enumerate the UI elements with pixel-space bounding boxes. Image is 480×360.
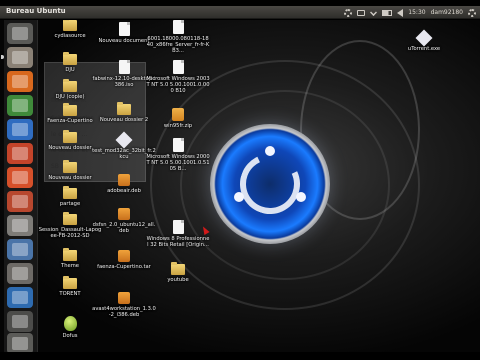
folder-icon [63,52,77,65]
package-icon [118,208,130,220]
desktop-icon[interactable]: youtube [146,262,210,283]
launcher-firefox-button[interactable] [7,71,33,92]
utorrent-icon [415,29,433,47]
logo-dot [265,146,275,156]
letterbox-bottom [0,352,480,360]
dropbox-icon[interactable] [344,8,353,17]
launcher-dash-button[interactable] [7,23,33,44]
folder-icon [63,79,77,92]
document-icon [172,20,184,34]
system-tray: 15:30 dam92180 [344,7,476,18]
running-indicator [1,55,4,59]
document-icon [172,220,184,234]
ubuntu-logo-disc [210,124,330,244]
launcher-workspace-button[interactable] [7,311,33,332]
session-gear-icon[interactable] [468,8,476,17]
launcher-files-button[interactable] [7,47,33,68]
dofus-icon [63,316,77,331]
launcher [1,20,38,352]
desktop-icon[interactable]: avast4workstation_1.3.0-2_i386.deb [92,292,156,318]
logo-ring [231,145,309,223]
folder-icon [63,212,77,225]
launcher-impress-button[interactable] [7,143,33,164]
folder-icon [63,276,77,289]
logo-dot [234,192,244,202]
launcher-calc-button[interactable] [7,95,33,116]
desktop-icon[interactable]: Microsoft Windows 2003 T NT 5.0 5.00.100… [146,60,210,94]
package-icon [118,174,130,186]
launcher-settings-button[interactable] [7,215,33,236]
launcher-software-center-button[interactable] [7,167,33,188]
volume-icon[interactable] [397,8,404,17]
desktop-icon[interactable]: adobeair.deb [92,174,156,194]
folder-icon [63,186,77,199]
folder-icon [63,160,77,173]
folder-icon [117,102,131,115]
desktop-icon[interactable]: Windows 8 Professionnel 32 Bits Retail [… [146,220,210,248]
folder-icon [63,20,77,31]
package-icon [118,292,130,304]
folder-icon [63,130,77,143]
desktop-icon[interactable]: win95fr.zip [146,108,210,129]
launcher-trash-button[interactable] [7,333,33,352]
launcher-ubuntu-one-button[interactable] [7,191,33,212]
document-icon [172,60,184,74]
clock[interactable]: 15:30 [408,7,425,18]
executable-icon [115,131,133,149]
folder-icon [63,103,77,116]
screen: Bureau Ubuntu 15:30 dam92180 fichier de … [0,0,480,360]
desktop-icon[interactable]: 6001.18000.080118-1840_x86fre_Server_fr-… [146,20,210,54]
folder-icon [63,248,77,261]
desktop-icon[interactable]: uTorrent.exe [392,29,456,52]
user-menu[interactable]: dam92180 [431,7,463,18]
desktop[interactable]: fichier de ... fichier dossier le dossie… [0,20,480,352]
disc-image-icon [118,60,130,74]
document-icon [118,22,130,36]
launcher-app-button[interactable] [7,263,33,284]
launcher-app-button[interactable] [7,287,33,308]
folder-icon [171,262,185,275]
desktop-icon[interactable]: Dofus [38,316,102,339]
network-icon[interactable] [370,9,378,16]
archive-icon [118,250,130,262]
mail-icon[interactable] [357,9,366,16]
desktop-icon[interactable]: Microsoft Windows 2000 T NT 5.0 5.00.100… [146,138,210,172]
zip-icon [172,108,184,121]
document-icon [172,138,184,152]
battery-icon[interactable] [382,9,393,16]
window-title: Bureau Ubuntu [6,7,66,15]
logo-dot [296,192,306,202]
top-panel: Bureau Ubuntu 15:30 dam92180 [0,6,480,19]
launcher-writer-button[interactable] [7,119,33,140]
launcher-virtualbox-button[interactable] [7,239,33,260]
